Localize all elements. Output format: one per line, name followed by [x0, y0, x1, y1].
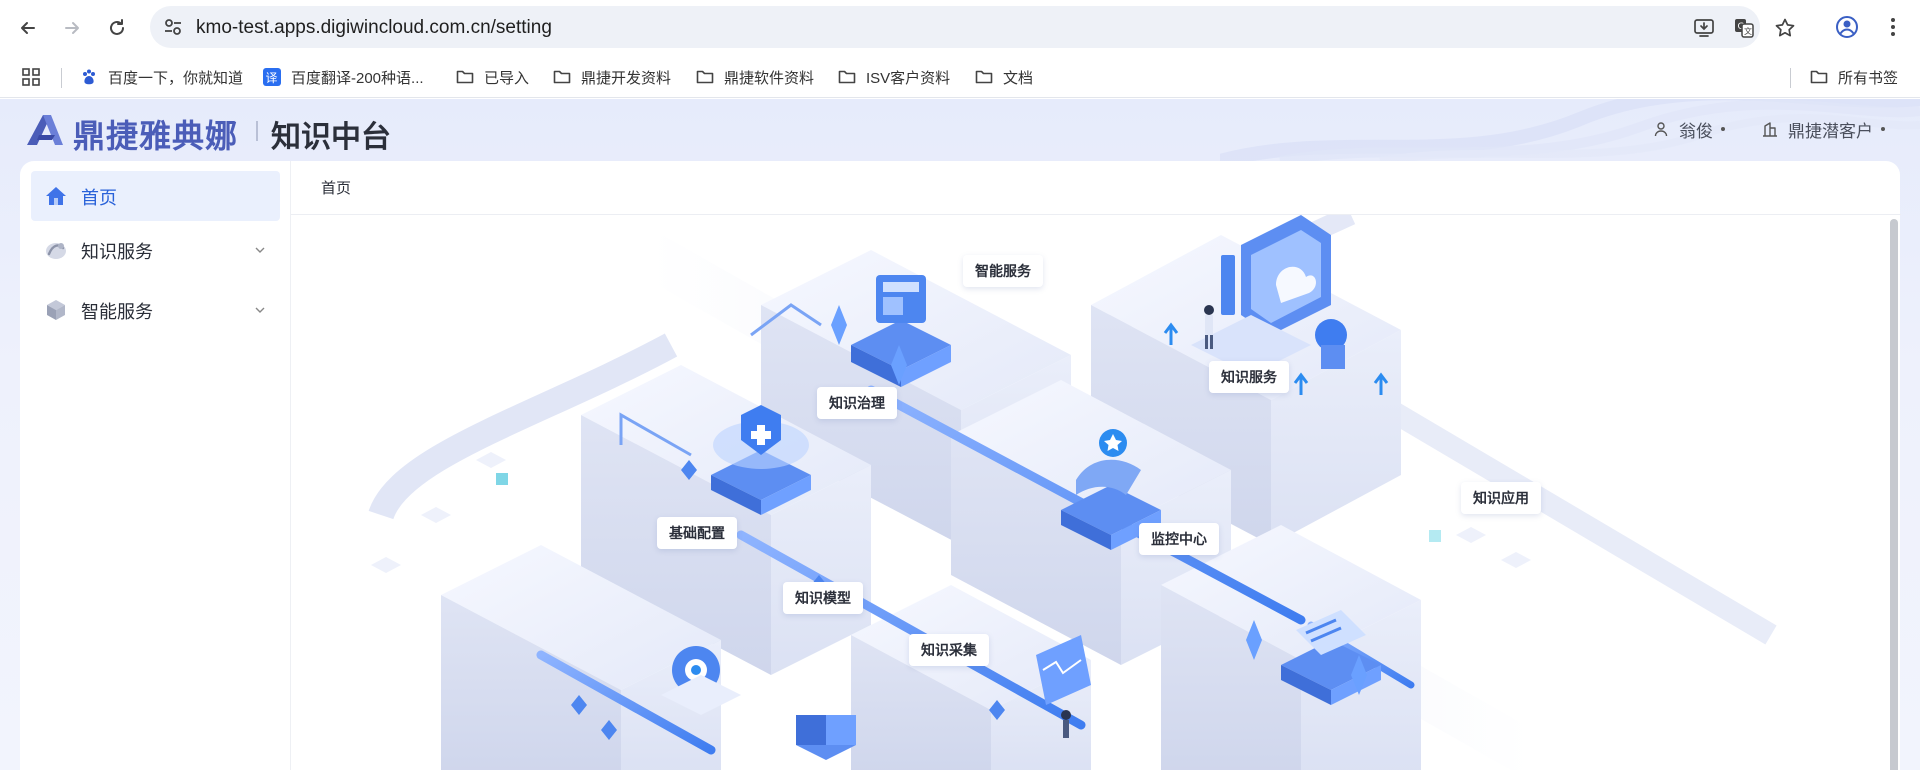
knowledge-service-icon: [46, 243, 66, 259]
brand-logo-icon: [27, 115, 63, 145]
sidebar-item-home[interactable]: 首页: [31, 171, 280, 221]
arrow-right-icon: [65, 22, 79, 34]
site-info-icon[interactable]: [162, 16, 184, 38]
content-scrollbar[interactable]: [1890, 219, 1898, 770]
baidu-icon: [83, 69, 95, 85]
folder-icon: [456, 70, 474, 84]
label-knowledge-application: 知识应用: [1461, 482, 1541, 514]
bookmark-item[interactable]: 译 百度翻译-200种语...: [263, 64, 424, 90]
bookmark-folder[interactable]: 鼎捷软件资料: [696, 64, 814, 90]
sidebar-item-knowledge-service[interactable]: 知识服务: [31, 225, 280, 275]
svg-text:文: 文: [1744, 26, 1752, 36]
breadcrumb[interactable]: 首页: [321, 177, 351, 198]
translate-page-icon[interactable]: G文: [1733, 17, 1755, 39]
more-menu-icon[interactable]: [1880, 14, 1906, 40]
dropdown-dot-icon: [1721, 127, 1725, 131]
apps-button[interactable]: [22, 64, 50, 90]
apps-grid-icon: [22, 68, 40, 86]
cube-icon: [47, 300, 65, 320]
bookmarks-bar: 百度一下，你就知道 译 百度翻译-200种语... 已导入 鼎捷开发资料 鼎捷软…: [0, 56, 1920, 98]
app-header: 鼎捷雅典娜 知识中台 翁俊 鼎捷潜客户: [0, 99, 1920, 161]
label-knowledge-model: 知识模型: [783, 582, 863, 614]
label-smart-service: 智能服务: [963, 255, 1043, 287]
bookmark-item[interactable]: 百度一下，你就知道: [80, 64, 243, 90]
building-icon: [1763, 122, 1777, 137]
browser-toolbar: kmo-test.apps.digiwincloud.com.cn/settin…: [0, 0, 1920, 56]
label-knowledge-service: 知识服务: [1209, 361, 1289, 393]
address-bar[interactable]: kmo-test.apps.digiwincloud.com.cn/settin…: [150, 6, 1795, 48]
svg-text:译: 译: [266, 71, 278, 85]
label-knowledge-governance: 知识治理: [817, 387, 897, 419]
install-app-icon[interactable]: [1693, 17, 1715, 39]
tenant-name: 鼎捷潜客户: [1788, 121, 1873, 141]
user-icon: [1654, 122, 1668, 137]
home-icon: [46, 187, 66, 205]
arrow-left-icon: [21, 22, 35, 34]
bookmark-separator: [61, 68, 62, 88]
all-bookmarks-button[interactable]: 所有书签: [1810, 64, 1898, 90]
reload-icon: [110, 19, 124, 35]
translate-icon: 译: [263, 68, 281, 86]
main-content: 首页 智能服务 知识服务 知识治理 知识应用 基础配置 监控中心 知识模型 知识…: [290, 161, 1901, 770]
user-menu[interactable]: 翁俊: [1653, 118, 1725, 141]
label-basic-config: 基础配置: [657, 517, 737, 549]
chevron-down-icon[interactable]: [254, 304, 266, 316]
folder-icon: [1810, 70, 1828, 84]
app-container: 鼎捷雅典娜 知识中台 翁俊 鼎捷潜客户 首页 知识服务 智能服务 首页 智能服务…: [0, 99, 1920, 770]
platform-illustration: 智能服务 知识服务 知识治理 知识应用 基础配置 监控中心 知识模型 知识采集: [291, 205, 1891, 770]
bookmark-folder[interactable]: 已导入: [456, 64, 529, 90]
user-name: 翁俊: [1679, 121, 1713, 141]
profile-icon[interactable]: [1834, 14, 1860, 40]
brand-name: 鼎捷雅典娜: [73, 118, 239, 154]
url-text[interactable]: kmo-test.apps.digiwincloud.com.cn/settin…: [196, 17, 552, 39]
bookmark-folder[interactable]: 文档: [975, 64, 1033, 90]
folder-icon: [975, 70, 993, 84]
chevron-down-icon[interactable]: [254, 244, 266, 256]
label-knowledge-collection: 知识采集: [909, 634, 989, 666]
bookmark-separator: [1790, 68, 1791, 88]
isometric-platform-illustration: [368, 205, 1777, 770]
sidebar-item-smart-service[interactable]: 智能服务: [31, 285, 280, 335]
folder-icon: [838, 70, 856, 84]
tenant-menu[interactable]: 鼎捷潜客户: [1762, 118, 1885, 141]
bookmark-folder[interactable]: 鼎捷开发资料: [553, 64, 671, 90]
logo-divider: [256, 121, 258, 141]
forward-button[interactable]: [56, 12, 88, 44]
dropdown-dot-icon: [1881, 127, 1885, 131]
reload-button[interactable]: [101, 12, 133, 44]
star-icon[interactable]: [1774, 17, 1796, 39]
label-monitor-center: 监控中心: [1139, 523, 1219, 555]
sidebar: 首页 知识服务 智能服务: [20, 161, 290, 770]
bookmark-folder[interactable]: ISV客户资料: [838, 64, 950, 90]
folder-icon: [553, 70, 571, 84]
back-button[interactable]: [12, 12, 44, 44]
app-title: 知识中台: [271, 121, 391, 154]
folder-icon: [696, 70, 714, 84]
